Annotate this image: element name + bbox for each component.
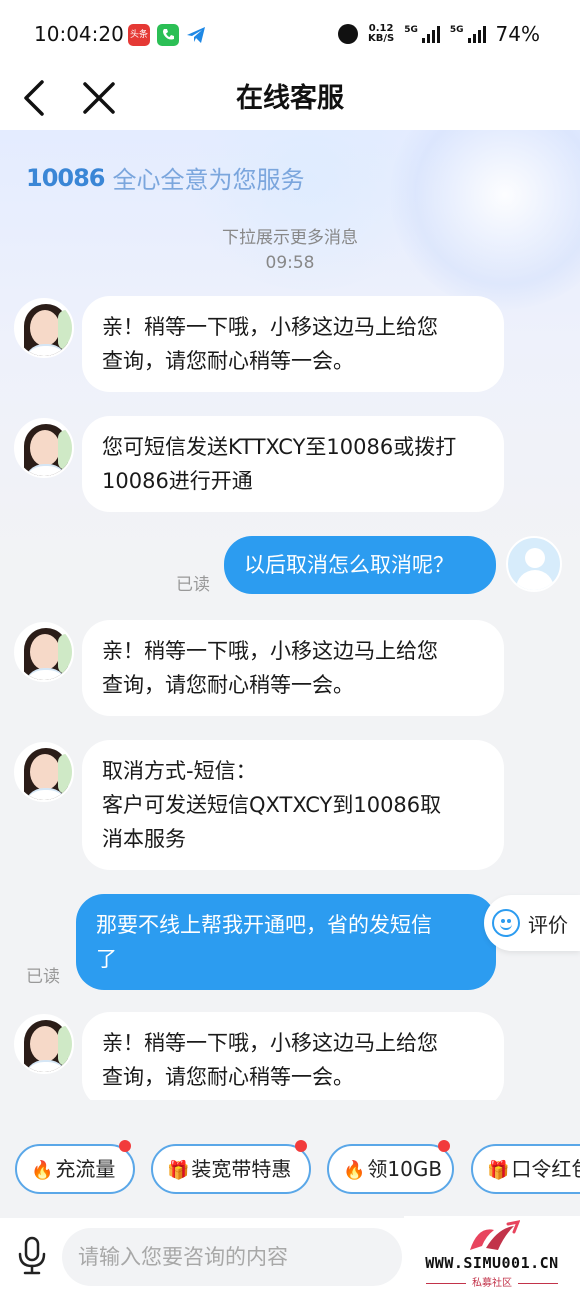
pull-more-hint: 下拉展示更多消息: [222, 228, 358, 248]
voice-input-button[interactable]: [14, 1236, 50, 1276]
simu-logo-icon: [470, 1220, 520, 1250]
chip-claim-10gb[interactable]: 🔥 领10GB: [327, 1140, 454, 1194]
notification-dot: [295, 1140, 307, 1152]
agent-avatar[interactable]: [14, 1014, 74, 1074]
notification-dot: [438, 1140, 450, 1152]
site-watermark: WWW.SIMU001.CN 私募社区: [404, 1216, 580, 1297]
watermark-domain: WWW.SIMU001.CN: [425, 1254, 559, 1272]
read-status: 已读: [176, 575, 210, 595]
page-title: 在线客服: [236, 83, 344, 114]
rate-service-button[interactable]: 评价: [484, 895, 580, 951]
signal-1-icon: 5G: [404, 25, 440, 43]
chip-broadband-offer[interactable]: 🎁 装宽带特惠: [151, 1140, 311, 1194]
chip-recharge-data[interactable]: 🔥 充流量: [15, 1140, 135, 1194]
net-speed: 0.12 KB/S: [368, 23, 395, 44]
hero-slogan: 全心全意为您服务: [112, 166, 305, 194]
agent-avatar[interactable]: [14, 298, 74, 358]
chat-area[interactable]: 10086 全心全意为您服务 下拉展示更多消息 09:58 亲！稍等一下哦，小移…: [0, 130, 580, 1100]
hero-banner: 10086 全心全意为您服务: [26, 160, 305, 195]
user-message-bubble: 以后取消怎么取消呢？: [224, 536, 496, 594]
telegram-app-icon: [185, 24, 207, 46]
microphone-icon: [18, 1236, 46, 1275]
quick-reply-bar: 🔥充流量 🎁装宽带特惠 🔥领10GB 🎁口令红包: [0, 1100, 580, 1218]
agent-message-bubble: 您可短信发送KTTXCY至10086或拨打 10086进行开通: [82, 416, 504, 512]
fire-icon: 🔥: [343, 1160, 366, 1181]
agent-avatar[interactable]: [14, 622, 74, 682]
agent-message-bubble: 取消方式-短信： 客户可发送短信QXTXCY到10086取 消本服务: [82, 740, 504, 870]
alarm-icon: [338, 24, 358, 44]
gift-icon: 🎁: [167, 1160, 190, 1181]
agent-avatar[interactable]: [14, 418, 74, 478]
gift-icon: 🎁: [487, 1160, 510, 1181]
signal-2-icon: 5G: [450, 25, 486, 43]
user-avatar[interactable]: [506, 536, 562, 592]
nav-bar: 在线客服: [0, 64, 580, 130]
agent-message-bubble: 亲！稍等一下哦，小移这边马上给您 查询，请您耐心稍等一会。: [82, 296, 504, 392]
message-timestamp: 09:58: [265, 253, 315, 273]
toutiao-app-icon: 头条: [128, 24, 150, 46]
agent-avatar[interactable]: [14, 742, 74, 802]
battery-level: 74%: [495, 22, 540, 46]
smiley-icon: [492, 909, 520, 937]
user-message-bubble: 那要不线上帮我开通吧，省的发短信了: [76, 894, 496, 990]
agent-message-bubble: 亲！稍等一下哦，小移这边马上给您 查询，请您耐心稍等一会。: [82, 1012, 504, 1100]
notification-dot: [119, 1140, 131, 1152]
rate-label: 评价: [528, 912, 568, 937]
read-status: 已读: [26, 967, 60, 987]
china-mobile-logo-watermark: [390, 130, 580, 310]
status-bar: 10:04:20 头条 0.12 KB/S 5G 5G 74%: [0, 0, 580, 64]
fire-icon: 🔥: [31, 1160, 54, 1181]
message-input[interactable]: [62, 1228, 402, 1286]
agent-message-bubble: 亲！稍等一下哦，小移这边马上给您 查询，请您耐心稍等一会。: [82, 620, 504, 716]
phone-app-icon: [157, 24, 179, 46]
chip-password-redpacket[interactable]: 🎁口令红包: [471, 1144, 580, 1194]
status-time: 10:04:20: [34, 22, 124, 46]
logo-10086: 10086: [26, 163, 105, 192]
watermark-subtitle: 私募社区: [404, 1274, 580, 1289]
